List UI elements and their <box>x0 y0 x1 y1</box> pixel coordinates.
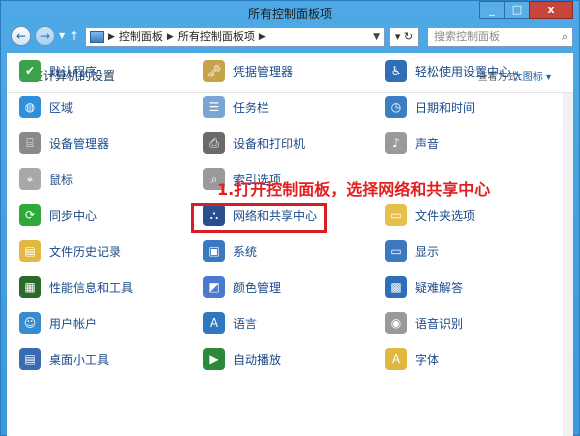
system-icon: ▣ <box>203 240 225 262</box>
language-icon: A <box>203 312 225 334</box>
item-label: 凭据管理器 <box>233 64 294 79</box>
forward-button[interactable]: → <box>35 26 55 46</box>
mouse-icon: ⌖ <box>19 168 41 190</box>
item-label: 桌面小工具 <box>49 352 110 367</box>
default-programs-icon: ✔ <box>19 60 41 82</box>
breadcrumb-separator-icon: ▶ <box>258 32 266 42</box>
item-label: 默认程序 <box>49 64 98 79</box>
control-panel-item[interactable]: ◉ 语音识别 <box>385 309 463 337</box>
control-panel-item[interactable]: ✔ 默认程序 <box>19 57 97 85</box>
vertical-scrollbar[interactable] <box>563 93 573 436</box>
item-label: 文件夹选项 <box>415 208 476 223</box>
view-by-dropdown[interactable]: 大图标 ▾ <box>513 68 551 83</box>
breadcrumb-control-panel[interactable]: 控制面板 <box>119 28 163 46</box>
device-manager-icon: ⌸ <box>19 132 41 154</box>
control-panel-item[interactable]: ⌖ 鼠标 <box>19 165 73 193</box>
display-icon: ▭ <box>385 240 407 262</box>
search-placeholder: 搜索控制面板 <box>434 30 500 43</box>
item-label: 颜色管理 <box>233 280 282 295</box>
item-label: 字体 <box>415 352 440 367</box>
folder-options-icon: ▭ <box>385 204 407 226</box>
control-panel-item[interactable]: ▭ 文件夹选项 <box>385 201 475 229</box>
sound-icon: ♪ <box>385 132 407 154</box>
item-label: 区域 <box>49 100 74 115</box>
control-panel-item[interactable]: ♪ 声音 <box>385 129 439 157</box>
close-button[interactable]: x <box>529 1 573 19</box>
desktop-gadgets-icon: ▤ <box>19 348 41 370</box>
item-label: 系统 <box>233 244 258 259</box>
item-label: 语言 <box>233 316 258 331</box>
search-input[interactable]: 搜索控制面板 ⌕ <box>427 27 573 47</box>
control-panel-item[interactable]: ⟳ 同步中心 <box>19 201 97 229</box>
item-label: 显示 <box>415 244 440 259</box>
control-panel-item[interactable]: ⎙ 设备和打印机 <box>203 129 305 157</box>
control-panel-item[interactable]: ◍ 区域 <box>19 93 73 121</box>
troubleshooting-icon: ▩ <box>385 276 407 298</box>
recent-pages-dropdown[interactable]: ▼ <box>59 31 65 40</box>
fonts-icon: A <box>385 348 407 370</box>
refresh-button[interactable]: ▾ ↻ <box>389 27 419 47</box>
item-label: 用户帐户 <box>49 316 98 331</box>
item-label: 自动播放 <box>233 352 282 367</box>
control-panel-item[interactable]: ⌸ 设备管理器 <box>19 129 109 157</box>
control-panel-item[interactable]: ▩ 疑难解答 <box>385 273 463 301</box>
breadcrumb-all-items[interactable]: 所有控制面板项 <box>178 28 255 46</box>
item-label: 设备管理器 <box>49 136 110 151</box>
control-panel-item[interactable]: ▤ 文件历史记录 <box>19 237 121 265</box>
control-panel-item[interactable]: A 语言 <box>203 309 257 337</box>
control-panel-window: 所有控制面板项 _ □ x ← → ▼ ↑ ▶ 控制面板 ▶ 所有控制面板项 ▶… <box>0 0 580 436</box>
breadcrumb-separator-icon: ▶ <box>108 32 115 42</box>
credential-manager-icon: 🗝 <box>203 60 225 82</box>
date-time-icon: ◷ <box>385 96 407 118</box>
item-label: 语音识别 <box>415 316 464 331</box>
control-panel-item[interactable]: ☺ 用户帐户 <box>19 309 97 337</box>
color-management-icon: ◩ <box>203 276 225 298</box>
file-history-icon: ▤ <box>19 240 41 262</box>
item-label: 日期和时间 <box>415 100 476 115</box>
control-panel-item[interactable]: ▣ 系统 <box>203 237 257 265</box>
content-area: 调整计算机的设置 查看方式: 大图标 ▾ ✔ 默认程序 🗝 凭据管理器 ♿ 轻松使用设置中… <box>7 53 573 436</box>
control-panel-item[interactable]: ☰ 任务栏 <box>203 93 269 121</box>
title-bar[interactable]: 所有控制面板项 _ □ x <box>1 1 579 23</box>
control-panel-icon <box>90 31 104 43</box>
item-label: 文件历史记录 <box>49 244 122 259</box>
item-label: 鼠标 <box>49 172 74 187</box>
region-icon: ◍ <box>19 96 41 118</box>
control-panel-item[interactable]: ♿ 轻松使用设置中心 <box>385 57 511 85</box>
control-panel-item[interactable]: A 字体 <box>385 345 439 373</box>
minimize-button[interactable]: _ <box>479 1 505 19</box>
control-panel-item[interactable]: ▦ 性能信息和工具 <box>19 273 133 301</box>
back-button[interactable]: ← <box>11 26 31 46</box>
control-panel-item[interactable]: ◩ 颜色管理 <box>203 273 281 301</box>
item-label: 任务栏 <box>233 100 270 115</box>
item-label: 同步中心 <box>49 208 98 223</box>
control-panel-item[interactable]: ▤ 桌面小工具 <box>19 345 109 373</box>
address-bar[interactable]: ▶ 控制面板 ▶ 所有控制面板项 ▶ ▼ <box>85 27 385 47</box>
ease-of-access-icon: ♿ <box>385 60 407 82</box>
autoplay-icon: ▶ <box>203 348 225 370</box>
annotation-text: 1.打开控制面板，选择网络和共享中心 <box>217 180 491 199</box>
speech-recognition-icon: ◉ <box>385 312 407 334</box>
user-accounts-icon: ☺ <box>19 312 41 334</box>
breadcrumb-separator-icon: ▶ <box>166 32 174 42</box>
highlight-box <box>191 203 327 233</box>
search-icon[interactable]: ⌕ <box>562 28 568 46</box>
item-label: 轻松使用设置中心 <box>415 64 512 79</box>
sync-center-icon: ⟳ <box>19 204 41 226</box>
up-button[interactable]: ↑ <box>69 29 79 43</box>
control-panel-item[interactable]: ▭ 显示 <box>385 237 439 265</box>
control-panel-item[interactable]: ◷ 日期和时间 <box>385 93 475 121</box>
control-panel-item[interactable]: ▶ 自动播放 <box>203 345 281 373</box>
item-label: 声音 <box>415 136 440 151</box>
item-label: 疑难解答 <box>415 280 464 295</box>
performance-icon: ▦ <box>19 276 41 298</box>
maximize-button[interactable]: □ <box>504 1 530 19</box>
navigation-bar: ← → ▼ ↑ ▶ 控制面板 ▶ 所有控制面板项 ▶ ▼ ▾ ↻ 搜索控制面板 … <box>1 23 579 51</box>
item-label: 设备和打印机 <box>233 136 306 151</box>
item-label: 性能信息和工具 <box>49 280 134 295</box>
devices-printers-icon: ⎙ <box>203 132 225 154</box>
address-dropdown-icon[interactable]: ▼ <box>373 28 380 46</box>
taskbar-icon: ☰ <box>203 96 225 118</box>
control-panel-item[interactable]: 🗝 凭据管理器 <box>203 57 293 85</box>
